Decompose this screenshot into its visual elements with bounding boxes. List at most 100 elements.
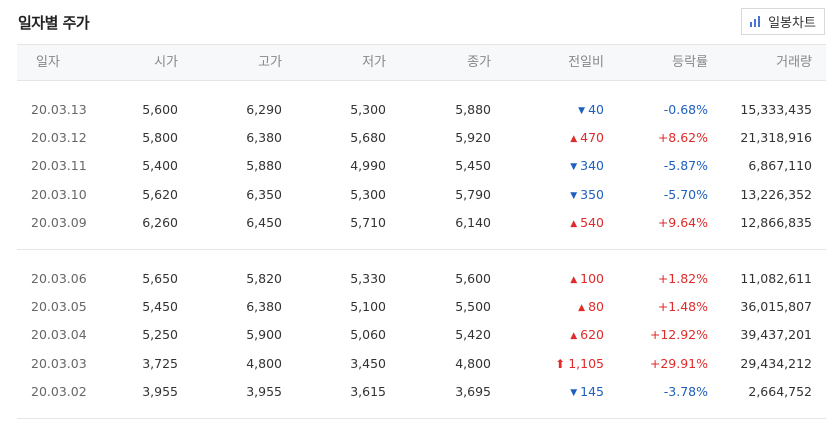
close-cell: 5,920: [455, 130, 491, 146]
high-cell: 6,380: [246, 299, 282, 315]
change-value: 100: [580, 271, 604, 286]
up-triangle-icon: ▲: [578, 303, 586, 314]
table-row: 20.03.12 5,800 6,380 5,680 5,920 ▲ 470 +8.62% 21…: [17, 124, 826, 151]
down-triangle-icon: ▼: [570, 162, 578, 173]
volume-cell: 2,664,752: [748, 383, 812, 399]
table-row: 20.03.03 3,725 4,800 3,450 4,800 ⬆ 1,105 +29.91…: [17, 350, 826, 377]
open-cell: 5,400: [142, 158, 178, 174]
up-triangle-icon: ▲: [570, 331, 578, 342]
col-open: 시가: [154, 55, 178, 70]
change-cell: ⬆ 1,105: [555, 350, 604, 378]
table-row: 20.03.13 5,600 6,290 5,300 5,880 ▼ 40 -0.68% 15,…: [17, 96, 826, 123]
high-cell: 6,350: [246, 186, 282, 202]
date-cell: 20.03.12: [31, 130, 87, 146]
col-change: 전일비: [568, 55, 604, 70]
volume-cell: 12,866,835: [740, 214, 812, 230]
close-cell: 6,140: [455, 214, 491, 230]
volume-cell: 15,333,435: [740, 102, 812, 117]
date-cell: 20.03.13: [31, 102, 87, 117]
low-cell: 4,990: [350, 158, 386, 174]
up-triangle-icon: ▲: [570, 218, 578, 229]
rate-cell: -5.70%: [663, 186, 708, 202]
volume-cell: 21,318,916: [740, 130, 812, 146]
table-bottom-border: [17, 418, 826, 419]
daily-chart-button-label: 일봉차트: [768, 16, 816, 31]
col-volume: 거래량: [776, 55, 812, 70]
volume-cell: 6,867,110: [748, 158, 812, 174]
low-cell: 3,615: [350, 383, 386, 399]
open-cell: 5,600: [142, 102, 178, 117]
high-cell: 6,450: [246, 214, 282, 230]
date-cell: 20.03.06: [31, 271, 87, 286]
rate-cell: +12.92%: [649, 327, 708, 343]
close-cell: 4,800: [455, 355, 491, 371]
open-cell: 3,725: [142, 355, 178, 371]
col-high: 고가: [258, 55, 282, 70]
change-value: 540: [580, 214, 604, 230]
change-value: 40: [588, 102, 604, 117]
low-cell: 5,710: [350, 214, 386, 230]
close-cell: 5,600: [455, 271, 491, 286]
open-cell: 5,650: [142, 271, 178, 286]
date-cell: 20.03.03: [31, 355, 87, 371]
bar-chart-icon: [750, 16, 762, 27]
date-cell: 20.03.05: [31, 299, 87, 315]
col-low: 저가: [362, 55, 386, 70]
table-row: 20.03.04 5,250 5,900 5,060 5,420 ▲ 620 +12.92% 3…: [17, 321, 826, 348]
down-triangle-icon: ▼: [570, 190, 578, 201]
low-cell: 5,300: [350, 186, 386, 202]
volume-cell: 36,015,807: [740, 299, 812, 315]
open-cell: 5,800: [142, 130, 178, 146]
page-title: 일자별 주가: [18, 14, 90, 32]
down-triangle-icon: ▼: [570, 387, 578, 398]
high-cell: 5,880: [246, 158, 282, 174]
volume-cell: 13,226,352: [740, 186, 812, 202]
change-value: 80: [588, 299, 604, 315]
change-cell: ▲ 470: [570, 124, 604, 153]
limit-up-arrow-icon: ⬆: [555, 356, 566, 371]
rate-cell: +29.91%: [649, 355, 708, 371]
table-row: 20.03.06 5,650 5,820 5,330 5,600 ▲ 100 +1.82% 11…: [17, 265, 826, 292]
table-row: 20.03.02 3,955 3,955 3,615 3,695 ▼ 145 -3.78% 2,…: [17, 378, 826, 405]
table-row: 20.03.10 5,620 6,350 5,300 5,790 ▼ 350 -5.70% 13…: [17, 181, 826, 208]
change-value: 340: [580, 158, 604, 174]
rate-cell: -0.68%: [663, 102, 708, 117]
open-cell: 3,955: [142, 383, 178, 399]
change-cell: ▼ 350: [570, 181, 604, 210]
date-cell: 20.03.10: [31, 186, 87, 202]
close-cell: 5,790: [455, 186, 491, 202]
change-cell: ▼ 340: [570, 152, 604, 181]
open-cell: 6,260: [142, 214, 178, 230]
low-cell: 5,060: [350, 327, 386, 343]
table-row: 20.03.05 5,450 6,380 5,100 5,500 ▲ 80 +1.48% 36,…: [17, 293, 826, 320]
col-close: 종가: [467, 55, 491, 70]
open-cell: 5,620: [142, 186, 178, 202]
col-rate: 등락률: [672, 55, 708, 70]
change-value: 145: [580, 383, 604, 399]
change-cell: ▲ 100: [570, 265, 604, 294]
table-row: 20.03.09 6,260 6,450 5,710 6,140 ▲ 540 +9.64% 12…: [17, 209, 826, 236]
low-cell: 3,450: [350, 355, 386, 371]
rate-cell: -5.87%: [663, 158, 708, 174]
low-cell: 5,330: [350, 271, 386, 286]
rate-cell: +1.82%: [657, 271, 708, 286]
high-cell: 3,955: [246, 383, 282, 399]
close-cell: 5,420: [455, 327, 491, 343]
high-cell: 5,900: [246, 327, 282, 343]
daily-chart-button[interactable]: 일봉차트: [741, 8, 825, 35]
low-cell: 5,300: [350, 102, 386, 117]
close-cell: 3,695: [455, 383, 491, 399]
col-date: 일자: [36, 55, 60, 70]
open-cell: 5,450: [142, 299, 178, 315]
volume-cell: 29,434,212: [740, 355, 812, 371]
change-cell: ▲ 540: [570, 209, 604, 238]
high-cell: 5,820: [246, 271, 282, 286]
date-cell: 20.03.09: [31, 214, 87, 230]
change-value: 470: [580, 130, 604, 146]
date-cell: 20.03.02: [31, 383, 87, 399]
table-header: 일자 시가 고가 저가 종가 전일비 등락률 거래량: [17, 44, 826, 81]
change-cell: ▼ 40: [578, 96, 604, 125]
close-cell: 5,450: [455, 158, 491, 174]
low-cell: 5,680: [350, 130, 386, 146]
close-cell: 5,880: [455, 102, 491, 117]
